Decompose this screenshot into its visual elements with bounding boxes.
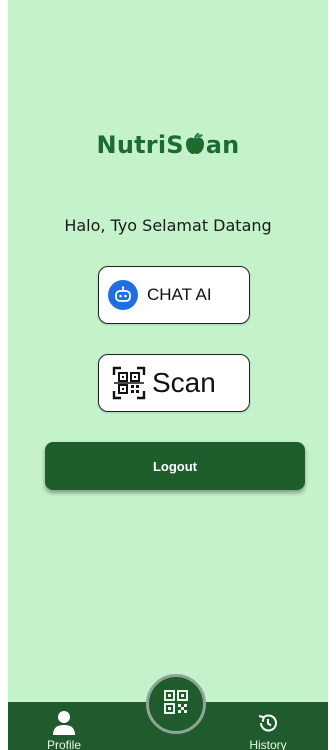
- chat-ai-label: CHAT AI: [147, 285, 212, 304]
- qr-scan-icon: [112, 366, 146, 400]
- nav-history[interactable]: History: [233, 702, 303, 750]
- app-screen: NutriS an Halo, Tyo Selamat Datang CHAT A…: [8, 0, 328, 750]
- scan-label: Scan: [152, 367, 216, 398]
- scan-button[interactable]: Scan: [98, 354, 250, 412]
- nav-profile[interactable]: Profile: [29, 702, 99, 750]
- person-icon: [52, 710, 76, 740]
- robot-icon: [108, 280, 138, 310]
- nav-history-label: History: [249, 738, 287, 750]
- logo-text-end: an: [205, 131, 240, 159]
- chat-ai-button[interactable]: CHAT AI: [98, 266, 250, 324]
- welcome-greeting: Halo, Tyo Selamat Datang: [64, 216, 272, 235]
- apple-icon: [185, 132, 205, 161]
- qr-code-icon: [163, 689, 189, 719]
- logo-text-start: NutriS: [96, 131, 184, 159]
- nav-profile-label: Profile: [46, 738, 81, 750]
- history-icon: [257, 712, 279, 738]
- logout-button[interactable]: Logout: [45, 442, 305, 490]
- qr-scan-fab[interactable]: [146, 674, 206, 734]
- app-logo: NutriS an: [8, 131, 328, 161]
